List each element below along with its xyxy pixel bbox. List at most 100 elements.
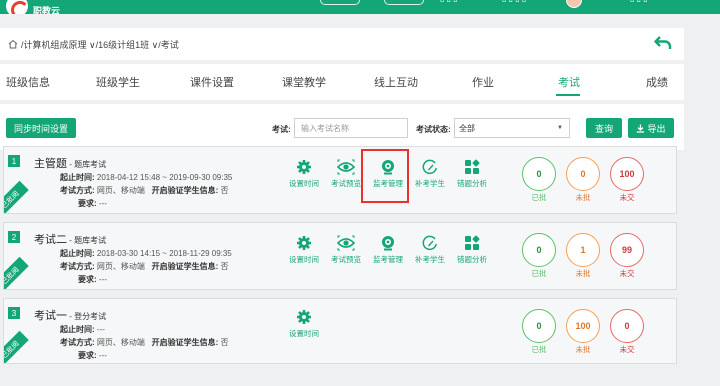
breadcrumb-item-current: /考试: [158, 39, 179, 50]
edit-circle-icon: [422, 159, 437, 175]
makeup-action[interactable]: 补考学生: [410, 235, 450, 265]
tab-exam[interactable]: 考试: [558, 74, 580, 90]
stat-unsubmitted-value: 99: [610, 233, 644, 267]
preview-action[interactable]: 考试预览: [326, 235, 366, 265]
stat-approved[interactable]: 0 已批: [520, 309, 558, 355]
exam-method-label: 考试方式:: [60, 338, 95, 347]
exam-status-value: 全部: [459, 123, 475, 133]
exam-status-select[interactable]: 全部 ▼: [454, 118, 570, 138]
set-time-action[interactable]: 设置时间: [284, 235, 324, 265]
error-analysis-label: 错题分析: [457, 255, 487, 264]
stat-unapproved[interactable]: 100 未批: [564, 309, 602, 355]
exam-ribbon: 已批阅: [4, 180, 29, 213]
exam-card[interactable]: 1 已批阅 主管题 - 题库考试 起止时间: 2018-04-12 15:48 …: [3, 146, 677, 214]
exam-type: - 题库考试: [67, 160, 107, 169]
exam-type: - 登分考试: [67, 312, 107, 321]
exam-method-row: 考试方式: 网页、移动端 开启验证学生信息: 否: [60, 261, 228, 272]
exam-verify-label: 开启验证学生信息:: [151, 186, 219, 195]
exam-time-value: ---: [96, 325, 105, 334]
header-pill-button[interactable]: [384, 0, 424, 5]
exam-req-value: ---: [98, 275, 107, 284]
exam-index: 2: [8, 231, 20, 243]
header-link[interactable]: ▯ ▯ ▯ ▯: [502, 0, 526, 3]
gear-icon: [297, 236, 311, 250]
exam-verify-value: 否: [220, 186, 229, 195]
back-arrow-icon[interactable]: [654, 35, 672, 51]
header-link[interactable]: ▯ ▯ ▯: [630, 0, 648, 3]
exam-title[interactable]: 考试二 - 题库考试: [34, 231, 106, 247]
tab-class-students[interactable]: 班级学生: [96, 74, 140, 90]
stat-unsubmitted[interactable]: 0 未交: [608, 309, 646, 355]
tab-courseware-settings[interactable]: 课件设置: [190, 74, 234, 90]
header-link[interactable]: ▯ ▯ ▯: [440, 0, 458, 3]
tab-classroom-teaching[interactable]: 课堂教学: [282, 74, 326, 90]
active-tab-indicator: [556, 94, 580, 96]
tab-grades[interactable]: 成绩: [646, 74, 668, 90]
exam-time-value: 2018-03-30 14:15 ~ 2018-11-29 09:35: [96, 249, 232, 258]
stat-approved-label: 已批: [531, 345, 547, 354]
export-button[interactable]: 导出: [628, 118, 674, 138]
tab-homework[interactable]: 作业: [472, 74, 494, 90]
header-pill-button[interactable]: [320, 0, 360, 5]
error-analysis-action[interactable]: 错题分析: [452, 159, 492, 189]
set-time-action[interactable]: 设置时间: [284, 309, 324, 339]
stat-unapproved[interactable]: 0 未批: [564, 157, 602, 203]
stat-unapproved-label: 未批: [575, 269, 591, 278]
stat-approved-value: 0: [522, 309, 556, 343]
proctor-action[interactable]: 监考管理: [368, 235, 408, 265]
stat-unsubmitted[interactable]: 100 未交: [608, 157, 646, 203]
exam-time-value: 2018-04-12 15:48 ~ 2019-09-30 09:35: [96, 173, 233, 182]
exam-card[interactable]: 3 已批阅 考试一 - 登分考试 起止时间: --- 考试方式: 网页、移动端 …: [3, 298, 677, 364]
stat-unsubmitted[interactable]: 99 未交: [608, 233, 646, 279]
makeup-label: 补考学生: [415, 255, 445, 264]
download-icon: [637, 124, 645, 133]
avatar[interactable]: [566, 0, 582, 8]
set-time-action[interactable]: 设置时间: [284, 159, 324, 189]
exam-req-label: 要求:: [78, 199, 97, 208]
exam-card[interactable]: 2 已批阅 考试二 - 题库考试 起止时间: 2018-03-30 14:15 …: [3, 222, 677, 290]
exam-verify-value: 否: [220, 262, 229, 271]
breadcrumb-item-course[interactable]: /计算机组成原理 ∨: [21, 38, 96, 51]
stat-unapproved-label: 未批: [575, 345, 591, 354]
stat-unapproved-value: 1: [566, 233, 600, 267]
exam-time-row: 起止时间: 2018-03-30 14:15 ~ 2018-11-29 09:3…: [60, 248, 232, 259]
makeup-action[interactable]: 补考学生: [410, 159, 450, 189]
stat-unsubmitted-label: 未交: [619, 345, 635, 354]
exam-title-text: 主管题: [34, 158, 67, 170]
stat-unsubmitted-value: 0: [610, 309, 644, 343]
exam-method-value: 网页、移动端: [96, 338, 145, 347]
home-icon[interactable]: [8, 39, 18, 49]
stat-unapproved[interactable]: 1 未批: [564, 233, 602, 279]
stat-approved[interactable]: 0 已批: [520, 157, 558, 203]
proctor-label: 监考管理: [373, 255, 403, 264]
exam-title[interactable]: 主管题 - 题库考试: [34, 155, 106, 171]
stat-unsubmitted-value: 100: [610, 157, 644, 191]
gear-icon: [297, 160, 311, 174]
preview-action[interactable]: 考试预览: [326, 159, 366, 189]
exam-title-text: 考试一: [34, 310, 67, 322]
exam-index: 3: [8, 307, 20, 319]
exam-ribbon: 已批阅: [4, 330, 29, 363]
exam-time-label: 起止时间:: [60, 325, 95, 334]
error-analysis-action[interactable]: 错题分析: [452, 235, 492, 265]
set-time-label: 设置时间: [289, 255, 319, 264]
stat-approved[interactable]: 0 已批: [520, 233, 558, 279]
exam-title[interactable]: 考试一 - 登分考试: [34, 307, 106, 323]
breadcrumb-item-class[interactable]: /16级计组1班 ∨: [96, 38, 159, 51]
eye-icon: [337, 159, 355, 175]
exam-status-label: 考试状态:: [416, 125, 451, 134]
exam-time-row: 起止时间: 2018-04-12 15:48 ~ 2019-09-30 09:3…: [60, 172, 232, 183]
stat-approved-value: 0: [522, 157, 556, 191]
stat-approved-value: 0: [522, 233, 556, 267]
top-header: 职教云 ▯ ▯ ▯ ▯ ▯ ▯ ▯ ▯ ▯ ▯: [0, 0, 720, 14]
tab-class-info[interactable]: 班级信息: [6, 74, 50, 90]
tab-online-interaction[interactable]: 线上互动: [374, 74, 418, 90]
logo[interactable]: 职教云: [6, 0, 60, 14]
stat-unapproved-value: 100: [566, 309, 600, 343]
exam-time-label: 起止时间:: [60, 249, 95, 258]
sync-time-button[interactable]: 同步时间设置: [6, 118, 76, 138]
stat-unapproved-label: 未批: [575, 193, 591, 202]
exam-req-row: 要求: ---: [78, 350, 107, 361]
search-button[interactable]: 查询: [586, 118, 622, 138]
exam-search-input[interactable]: 输入考试名称: [294, 118, 408, 138]
